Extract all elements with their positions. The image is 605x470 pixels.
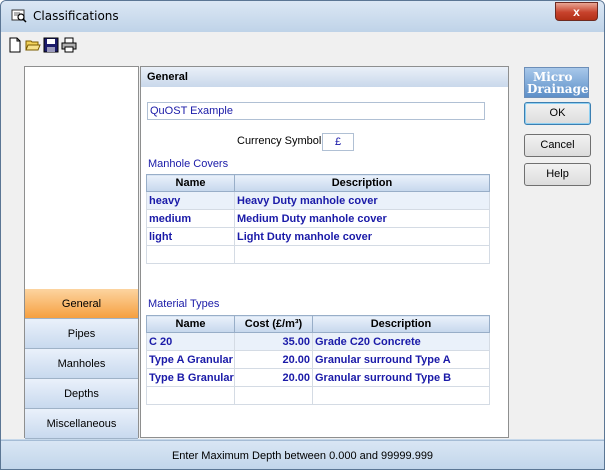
column-header[interactable]: Cost (£/m³) bbox=[234, 315, 313, 333]
material-cost-cell[interactable]: 20.00 bbox=[234, 350, 313, 369]
window-title: Classifications bbox=[33, 9, 119, 23]
status-text: Enter Maximum Depth between 0.000 and 99… bbox=[171, 450, 434, 462]
column-header[interactable]: Description bbox=[312, 315, 490, 333]
new-document-icon[interactable] bbox=[7, 37, 23, 53]
material-description-cell[interactable]: Granular surround Type B bbox=[312, 368, 490, 387]
nav-general[interactable]: General bbox=[25, 289, 138, 319]
column-header[interactable]: Name bbox=[146, 174, 235, 192]
title-bar[interactable]: Classifications x bbox=[1, 1, 604, 32]
cover-name-cell[interactable]: light bbox=[146, 227, 235, 246]
table-row[interactable]: Type A Granular 20.00 Granular surround … bbox=[146, 350, 490, 369]
cover-description-cell[interactable]: Heavy Duty manhole cover bbox=[234, 191, 490, 210]
cancel-button[interactable]: Cancel bbox=[524, 134, 591, 157]
empty-cell[interactable] bbox=[146, 245, 235, 264]
toolbar bbox=[1, 32, 604, 60]
logo-line2: Drainage bbox=[527, 82, 589, 96]
cover-description-cell[interactable]: Medium Duty manhole cover bbox=[234, 209, 490, 228]
material-cost-cell[interactable]: 35.00 bbox=[234, 332, 313, 351]
nav-manholes[interactable]: Manholes bbox=[25, 349, 138, 379]
column-header[interactable]: Name bbox=[146, 315, 235, 333]
currency-label: Currency Symbol bbox=[237, 135, 322, 147]
material-name-cell[interactable]: Type B Granular bbox=[146, 368, 235, 387]
cover-description-cell[interactable]: Light Duty manhole cover bbox=[234, 227, 490, 246]
material-types-caption: Material Types bbox=[148, 298, 220, 310]
empty-cell[interactable] bbox=[146, 386, 235, 405]
save-icon[interactable] bbox=[43, 37, 59, 53]
general-panel: General QuOST Example Currency Symbol £ … bbox=[140, 66, 509, 438]
section-header: General bbox=[141, 67, 508, 87]
column-header[interactable]: Description bbox=[234, 174, 490, 192]
status-bar: Enter Maximum Depth between 0.000 and 99… bbox=[1, 440, 604, 469]
classifications-window: Classifications x General Pipes Manholes… bbox=[0, 0, 605, 470]
cover-name-cell[interactable]: medium bbox=[146, 209, 235, 228]
ok-button[interactable]: OK bbox=[524, 102, 591, 125]
project-name-field[interactable]: QuOST Example bbox=[147, 102, 485, 120]
open-folder-icon[interactable] bbox=[25, 37, 41, 53]
material-description-cell[interactable]: Grade C20 Concrete bbox=[312, 332, 490, 351]
manhole-covers-table: Name Description heavy Heavy Duty manhol… bbox=[146, 174, 490, 264]
currency-symbol-field[interactable]: £ bbox=[322, 133, 354, 151]
table-row[interactable]: heavy Heavy Duty manhole cover bbox=[146, 191, 490, 210]
nav-miscellaneous[interactable]: Miscellaneous bbox=[25, 409, 138, 439]
material-name-cell[interactable]: C 20 bbox=[146, 332, 235, 351]
manhole-covers-caption: Manhole Covers bbox=[148, 158, 229, 170]
material-name-cell[interactable]: Type A Granular bbox=[146, 350, 235, 369]
empty-cell[interactable] bbox=[234, 245, 490, 264]
nav-pipes[interactable]: Pipes bbox=[25, 319, 138, 349]
table-row[interactable]: light Light Duty manhole cover bbox=[146, 227, 490, 246]
empty-cell[interactable] bbox=[312, 386, 490, 405]
table-row[interactable]: medium Medium Duty manhole cover bbox=[146, 209, 490, 228]
material-cost-cell[interactable]: 20.00 bbox=[234, 368, 313, 387]
material-types-table: Name Cost (£/m³) Description C 20 35.00 … bbox=[146, 315, 490, 405]
table-row[interactable]: Type B Granular 20.00 Granular surround … bbox=[146, 368, 490, 387]
nav-depths[interactable]: Depths bbox=[25, 379, 138, 409]
empty-row[interactable] bbox=[146, 245, 490, 264]
print-icon[interactable] bbox=[61, 37, 77, 53]
cover-name-cell[interactable]: heavy bbox=[146, 191, 235, 210]
micro-drainage-logo: Micro Drainage bbox=[524, 67, 589, 98]
close-icon: x bbox=[573, 5, 580, 19]
material-description-cell[interactable]: Granular surround Type A bbox=[312, 350, 490, 369]
help-button[interactable]: Help bbox=[524, 163, 591, 186]
table-row[interactable]: C 20 35.00 Grade C20 Concrete bbox=[146, 332, 490, 351]
navigation-panel: General Pipes Manholes Depths Miscellane… bbox=[24, 66, 139, 439]
magnifier-document-icon bbox=[11, 9, 27, 23]
close-button[interactable]: x bbox=[555, 2, 598, 21]
empty-cell[interactable] bbox=[234, 386, 313, 405]
empty-row[interactable] bbox=[146, 386, 490, 405]
